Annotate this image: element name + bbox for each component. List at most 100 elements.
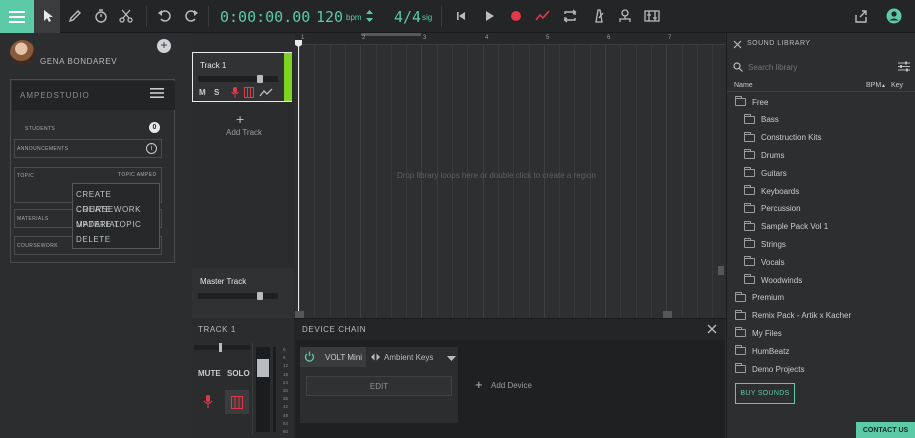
library-folder-item[interactable]: Woodwinds: [744, 272, 802, 288]
buy-sounds-button[interactable]: BUY SOUNDS: [735, 383, 795, 404]
create-coursework-item[interactable]: CREATE COURSEWORK: [76, 187, 156, 214]
edit-device-button[interactable]: EDIT: [306, 376, 452, 396]
time-signature-value[interactable]: 4/4: [394, 8, 421, 26]
ruler-label: 2: [362, 35, 366, 41]
contact-us-button[interactable]: CONTACT US: [856, 422, 915, 438]
stopwatch-tool-icon[interactable]: [93, 8, 109, 24]
library-folder-label: My Files: [752, 328, 782, 338]
preset-arrows-icon[interactable]: [371, 353, 380, 361]
meter-scale-label: 12: [283, 363, 289, 369]
time-display: 0:00:00.00: [220, 8, 311, 26]
add-button[interactable]: +: [157, 39, 171, 53]
library-folder-item[interactable]: Guitars: [744, 165, 787, 181]
plus-icon: +: [160, 38, 168, 52]
loop-icon[interactable]: [562, 8, 578, 24]
filter-settings-icon[interactable]: [898, 61, 910, 72]
scissors-tool-icon[interactable]: [118, 8, 134, 24]
library-folder-item[interactable]: Bass: [744, 112, 779, 128]
horizontal-scroll-start[interactable]: [295, 311, 304, 318]
pencil-tool-icon[interactable]: [67, 8, 83, 24]
library-folder-item[interactable]: Drums: [744, 147, 785, 163]
piano-icon[interactable]: [244, 87, 254, 98]
folder-icon: [744, 113, 755, 124]
column-key-header[interactable]: Key: [891, 82, 903, 89]
library-folder-item[interactable]: Demo Projects: [735, 361, 804, 377]
folder-icon: [735, 363, 746, 373]
master-volume-knob[interactable]: [257, 292, 263, 300]
announcements-row[interactable]: ANNOUNCEMENTS: [14, 139, 162, 158]
avatar[interactable]: [10, 40, 35, 65]
track-1-volume-knob[interactable]: [257, 75, 263, 83]
skip-to-start-icon[interactable]: [453, 8, 469, 24]
library-folder-item[interactable]: Remix Pack - Artik x Kacher: [735, 308, 851, 324]
close-library-icon[interactable]: [733, 40, 742, 49]
bpm-value[interactable]: 120: [316, 8, 343, 26]
share-icon[interactable]: [853, 8, 869, 24]
library-folder-item[interactable]: My Files: [735, 325, 782, 341]
preset-name[interactable]: Ambient Keys: [384, 353, 433, 362]
library-folder-item[interactable]: Percussion: [744, 201, 801, 217]
record-input-icon[interactable]: [617, 8, 633, 24]
stepper-arrows-icon: [366, 10, 373, 22]
timeline-ruler[interactable]: [295, 33, 725, 45]
horizontal-scrollbar[interactable]: [663, 311, 672, 318]
ruler-label: 7: [668, 35, 672, 41]
track-pan-slider[interactable]: [194, 345, 250, 350]
loop-region-marker[interactable]: [361, 33, 421, 36]
folder-icon: [744, 185, 755, 195]
track-1-volume-slider[interactable]: [198, 76, 278, 82]
library-folder-item[interactable]: Premium: [735, 290, 784, 306]
account-icon[interactable]: [886, 8, 902, 24]
library-folder-item[interactable]: Strings: [744, 236, 786, 252]
pointer-tool-icon[interactable]: [40, 8, 56, 24]
solo-button[interactable]: SOLO: [227, 369, 250, 378]
mute-button[interactable]: MUTE: [198, 369, 221, 378]
close-icon[interactable]: [707, 324, 717, 334]
library-folder-item[interactable]: Vocals: [744, 254, 785, 270]
column-bpm-header[interactable]: BPM: [866, 82, 881, 89]
hamburger-menu-button[interactable]: [0, 0, 34, 33]
instrument-button[interactable]: [225, 390, 249, 414]
card-menu-button[interactable]: [150, 87, 164, 99]
automation-lane-icon[interactable]: [259, 87, 273, 98]
library-folder-item[interactable]: Sample Pack Vol 1: [744, 219, 828, 235]
coursework-label: COURSEWORK: [17, 242, 58, 249]
library-folder-item[interactable]: Free: [735, 94, 768, 110]
grid-line: [574, 45, 576, 318]
play-icon[interactable]: [481, 8, 497, 24]
master-volume-slider[interactable]: [198, 293, 278, 299]
delete-item[interactable]: DELETE: [76, 232, 156, 247]
column-name-header[interactable]: Name: [734, 82, 753, 89]
add-track-button[interactable]: Add Track: [226, 128, 262, 137]
redo-icon[interactable]: [183, 8, 199, 24]
track-pan-knob[interactable]: [219, 343, 222, 352]
automation-icon[interactable]: [535, 8, 551, 24]
library-folder-item[interactable]: Keyboards: [744, 183, 799, 199]
library-folder-item[interactable]: HumBeatz: [735, 343, 789, 359]
meter-scale-label: 42: [283, 404, 289, 410]
record-icon[interactable]: [508, 8, 524, 24]
info-icon[interactable]: i: [146, 143, 157, 154]
bpm-stepper[interactable]: [366, 9, 373, 23]
volume-fader-knob[interactable]: [257, 359, 269, 377]
add-device-button[interactable]: Add Device: [491, 381, 532, 390]
power-icon[interactable]: [304, 351, 315, 362]
playhead[interactable]: [298, 40, 299, 318]
microphone-icon[interactable]: [202, 395, 214, 408]
track-1-mute-button[interactable]: M: [199, 88, 206, 97]
library-search-input[interactable]: [748, 60, 888, 74]
add-device-plus-icon[interactable]: +: [475, 377, 483, 392]
grid-line: [497, 45, 499, 318]
vertical-scrollbar[interactable]: [718, 266, 724, 275]
track-1-solo-button[interactable]: S: [214, 88, 219, 97]
grid-line: [712, 45, 714, 318]
library-folder-item[interactable]: Construction Kits: [744, 130, 821, 146]
chevron-down-icon[interactable]: [447, 355, 456, 361]
microphone-icon[interactable]: [230, 87, 240, 98]
mixer-icon[interactable]: [644, 8, 660, 24]
metronome-icon[interactable]: [591, 8, 607, 24]
add-track-plus-icon[interactable]: +: [236, 111, 244, 127]
undo-icon[interactable]: [157, 8, 173, 24]
meter-scale-label: 60: [283, 429, 289, 434]
update-topic-item[interactable]: UPDATE TOPIC: [76, 217, 156, 232]
